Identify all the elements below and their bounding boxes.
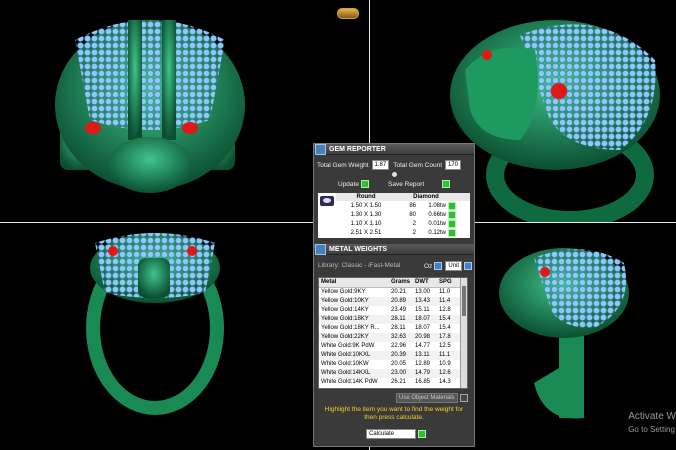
oz-toggle[interactable] (434, 262, 443, 270)
use-object-materials-control[interactable]: Use Object Materials (396, 393, 468, 403)
save-report-control[interactable]: Save Report (388, 180, 451, 188)
gem-table-header: Round Diamond (336, 193, 470, 201)
list-item[interactable]: White Gold:14K PdW 26.21 16.85 14.3 (319, 378, 467, 387)
metal-weights-list: Metal Grams DWT SPG Yellow Gold:9KY 20.21… (318, 277, 468, 389)
list-item[interactable]: White Gold:10KW 20.05 12.89 10.9 (319, 360, 467, 369)
splitter-handle[interactable] (392, 172, 397, 177)
table-row[interactable]: 1.10 X 1.10 2 0.01tw (336, 220, 470, 229)
metal-list-scrollbar[interactable] (460, 278, 467, 388)
use-object-materials-label: Use Object Materials (396, 393, 458, 403)
unit-toggle[interactable] (463, 262, 472, 270)
gem-row-go-icon[interactable] (448, 229, 456, 237)
save-report-go-icon[interactable] (442, 180, 451, 188)
list-item[interactable]: White Gold:10KXL 20.39 13.11 11.1 (319, 351, 467, 360)
total-gem-weight-field[interactable]: 1.87 (371, 160, 390, 170)
list-item[interactable]: Yellow Gold:14KY 23.49 15.11 12.8 (319, 306, 467, 315)
gem-table-body: 1.50 X 1.50 86 1.08tw 1.30 X 1.30 80 0.6… (336, 202, 470, 238)
update-go-icon[interactable] (360, 180, 369, 188)
list-item[interactable]: Yellow Gold:10KY 20.89 13.43 11.4 (319, 297, 467, 306)
scrollbar-thumb[interactable] (462, 286, 466, 316)
gem-metal-panel: GEM REPORTER Total Gem Weight 1.87 Total… (313, 143, 475, 447)
metal-library-label: Library: Classic - iFast-Metal (318, 262, 401, 269)
calculate-button[interactable]: Calculate (366, 429, 416, 439)
table-row[interactable]: 2.51 X 2.51 2 0.12tw (336, 229, 470, 238)
gem-shape-icon (320, 196, 334, 206)
list-item[interactable]: White Gold:14KXL 23.00 14.79 12.6 (319, 369, 467, 378)
update-button[interactable]: Update (338, 181, 359, 188)
gem-reporter-icon (315, 143, 326, 155)
gem-row-go-icon[interactable] (448, 211, 456, 219)
activation-watermark: Activate W Go to Setting (628, 411, 676, 434)
gem-totals-row: Total Gem Weight 1.87 Total Gem Count 17… (317, 160, 462, 170)
unit-select[interactable]: Unit (445, 261, 462, 271)
list-item[interactable]: Yellow Gold:22KY 32.63 20.98 17.8 (319, 333, 467, 342)
list-item[interactable]: Yellow Gold:9KY 20.21 13.00 11.0 (319, 288, 467, 297)
gem-reporter-header: GEM REPORTER (314, 143, 474, 155)
list-item[interactable]: Yellow Gold:18KY 28.11 18.07 15.4 (319, 315, 467, 324)
list-item[interactable]: White Gold:9K PdW 22.96 14.77 12.5 (319, 342, 467, 351)
update-control[interactable]: Update (338, 180, 369, 188)
calculate-hint: Highlight the item you want to find the … (324, 406, 464, 421)
total-gem-count-field[interactable]: 170 (445, 160, 462, 170)
gem-row-go-icon[interactable] (448, 220, 456, 228)
save-report-button[interactable]: Save Report (388, 181, 424, 188)
metal-weights-icon (315, 243, 326, 255)
metal-list-header: Metal Grams DWT SPG (319, 278, 467, 288)
gem-row-go-icon[interactable] (448, 202, 456, 210)
viewport-toolbar-icon[interactable] (337, 8, 359, 19)
calculate-go-icon[interactable] (418, 430, 426, 438)
metal-weights-header: METAL WEIGHTS (314, 243, 474, 255)
table-row[interactable]: 1.50 X 1.50 86 1.08tw (336, 202, 470, 211)
calculate-control[interactable]: Calculate (366, 429, 426, 439)
table-row[interactable]: 1.30 X 1.30 80 0.66tw (336, 211, 470, 220)
use-object-materials-checkbox[interactable] (459, 394, 468, 402)
gem-table: Round Diamond 1.50 X 1.50 86 1.08tw 1.30… (318, 193, 470, 238)
list-item[interactable]: Yellow Gold:18KY R... 28.11 18.07 15.4 (319, 324, 467, 333)
unit-controls: Oz Unit (424, 261, 472, 271)
